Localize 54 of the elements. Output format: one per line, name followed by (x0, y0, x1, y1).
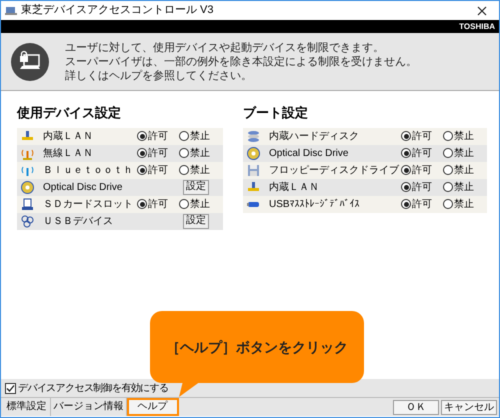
disk-stack-icon (247, 130, 260, 142)
checkbox-label: デバイスアクセス制御を有効にする (18, 382, 168, 396)
device-label: 内蔵ハードディスク (269, 130, 360, 144)
usb-icon (21, 214, 34, 228)
radio-option[interactable]: 禁止 (443, 196, 487, 212)
device-label: Optical Disc Drive (43, 180, 124, 194)
radio-option[interactable]: 禁止 (179, 196, 223, 212)
radio-option[interactable]: 許可 (137, 162, 179, 178)
locked-laptop-icon (11, 42, 49, 80)
device-label: 無線ＬＡＮ (43, 146, 94, 160)
device-label: 内蔵ＬＡＮ (43, 130, 94, 144)
network-plug-icon (21, 130, 34, 142)
radio-option[interactable]: 許可 (137, 146, 179, 160)
info-text: ユーザに対して、使用デバイスや起動デバイスを制限できます。 (65, 40, 385, 54)
radio-option[interactable]: 禁止 (443, 162, 487, 178)
section-title: 使用デバイス設定 (17, 104, 122, 122)
window-title: 東芝デバイスアクセスコントロール V3 (21, 3, 214, 18)
brand-logo-text: TOSHIBA (459, 20, 495, 32)
radio-option[interactable]: 許可 (137, 196, 179, 212)
device-label: フロッピーディスクドライブ (269, 164, 400, 178)
cancel-button[interactable]: キャンセル (441, 400, 497, 414)
callout-text: ［ヘルプ］ボタンをクリック (166, 338, 348, 357)
info-text: スーパーバイザは、一部の例外を除き本設定による制限を受けません。 (65, 54, 417, 68)
section-title: ブート設定 (243, 104, 309, 122)
device-label: Optical Disc Drive (269, 146, 350, 160)
checkbox[interactable] (5, 382, 16, 394)
info-text: 詳しくはヘルプを参照してください。 (65, 68, 253, 82)
disc-icon (247, 146, 260, 160)
device-label: ＵＳＢデバイス (43, 214, 114, 228)
radio-option[interactable]: 許可 (137, 128, 179, 144)
radio-option[interactable]: 禁止 (443, 180, 487, 194)
settings-button[interactable]: 設定 (183, 214, 209, 228)
device-label: Ｂｌｕｅｔｏｏｔｈ (43, 164, 134, 178)
device-label: 内蔵ＬＡＮ (269, 180, 320, 194)
radio-option[interactable]: 禁止 (179, 146, 223, 160)
network-plug-icon (247, 180, 260, 194)
settings-button[interactable]: 設定 (183, 180, 209, 194)
close-icon[interactable] (477, 6, 487, 16)
footer-button[interactable]: ヘルプ (127, 398, 179, 416)
app-icon (5, 5, 17, 16)
radio-option[interactable]: 許可 (401, 162, 443, 178)
radio-option[interactable]: 許可 (401, 146, 443, 160)
footer-button[interactable]: バージョン情報 (51, 398, 127, 416)
device-label: ＳＤカードスロット (43, 198, 134, 212)
radio-option[interactable]: 禁止 (179, 128, 223, 144)
disc-icon (21, 180, 34, 194)
radio-option[interactable]: 禁止 (179, 162, 223, 178)
radio-option[interactable]: 許可 (401, 128, 443, 144)
radio-option[interactable]: 禁止 (443, 128, 487, 144)
radio-option[interactable]: 許可 (401, 180, 443, 194)
radio-option[interactable]: 禁止 (443, 146, 487, 160)
ok-button[interactable]: ＯＫ (393, 400, 439, 414)
device-label: USBﾏｽｽﾄﾚｰｼﾞﾃﾞﾊﾞｲｽ (269, 198, 361, 212)
radio-option[interactable]: 許可 (401, 196, 443, 212)
